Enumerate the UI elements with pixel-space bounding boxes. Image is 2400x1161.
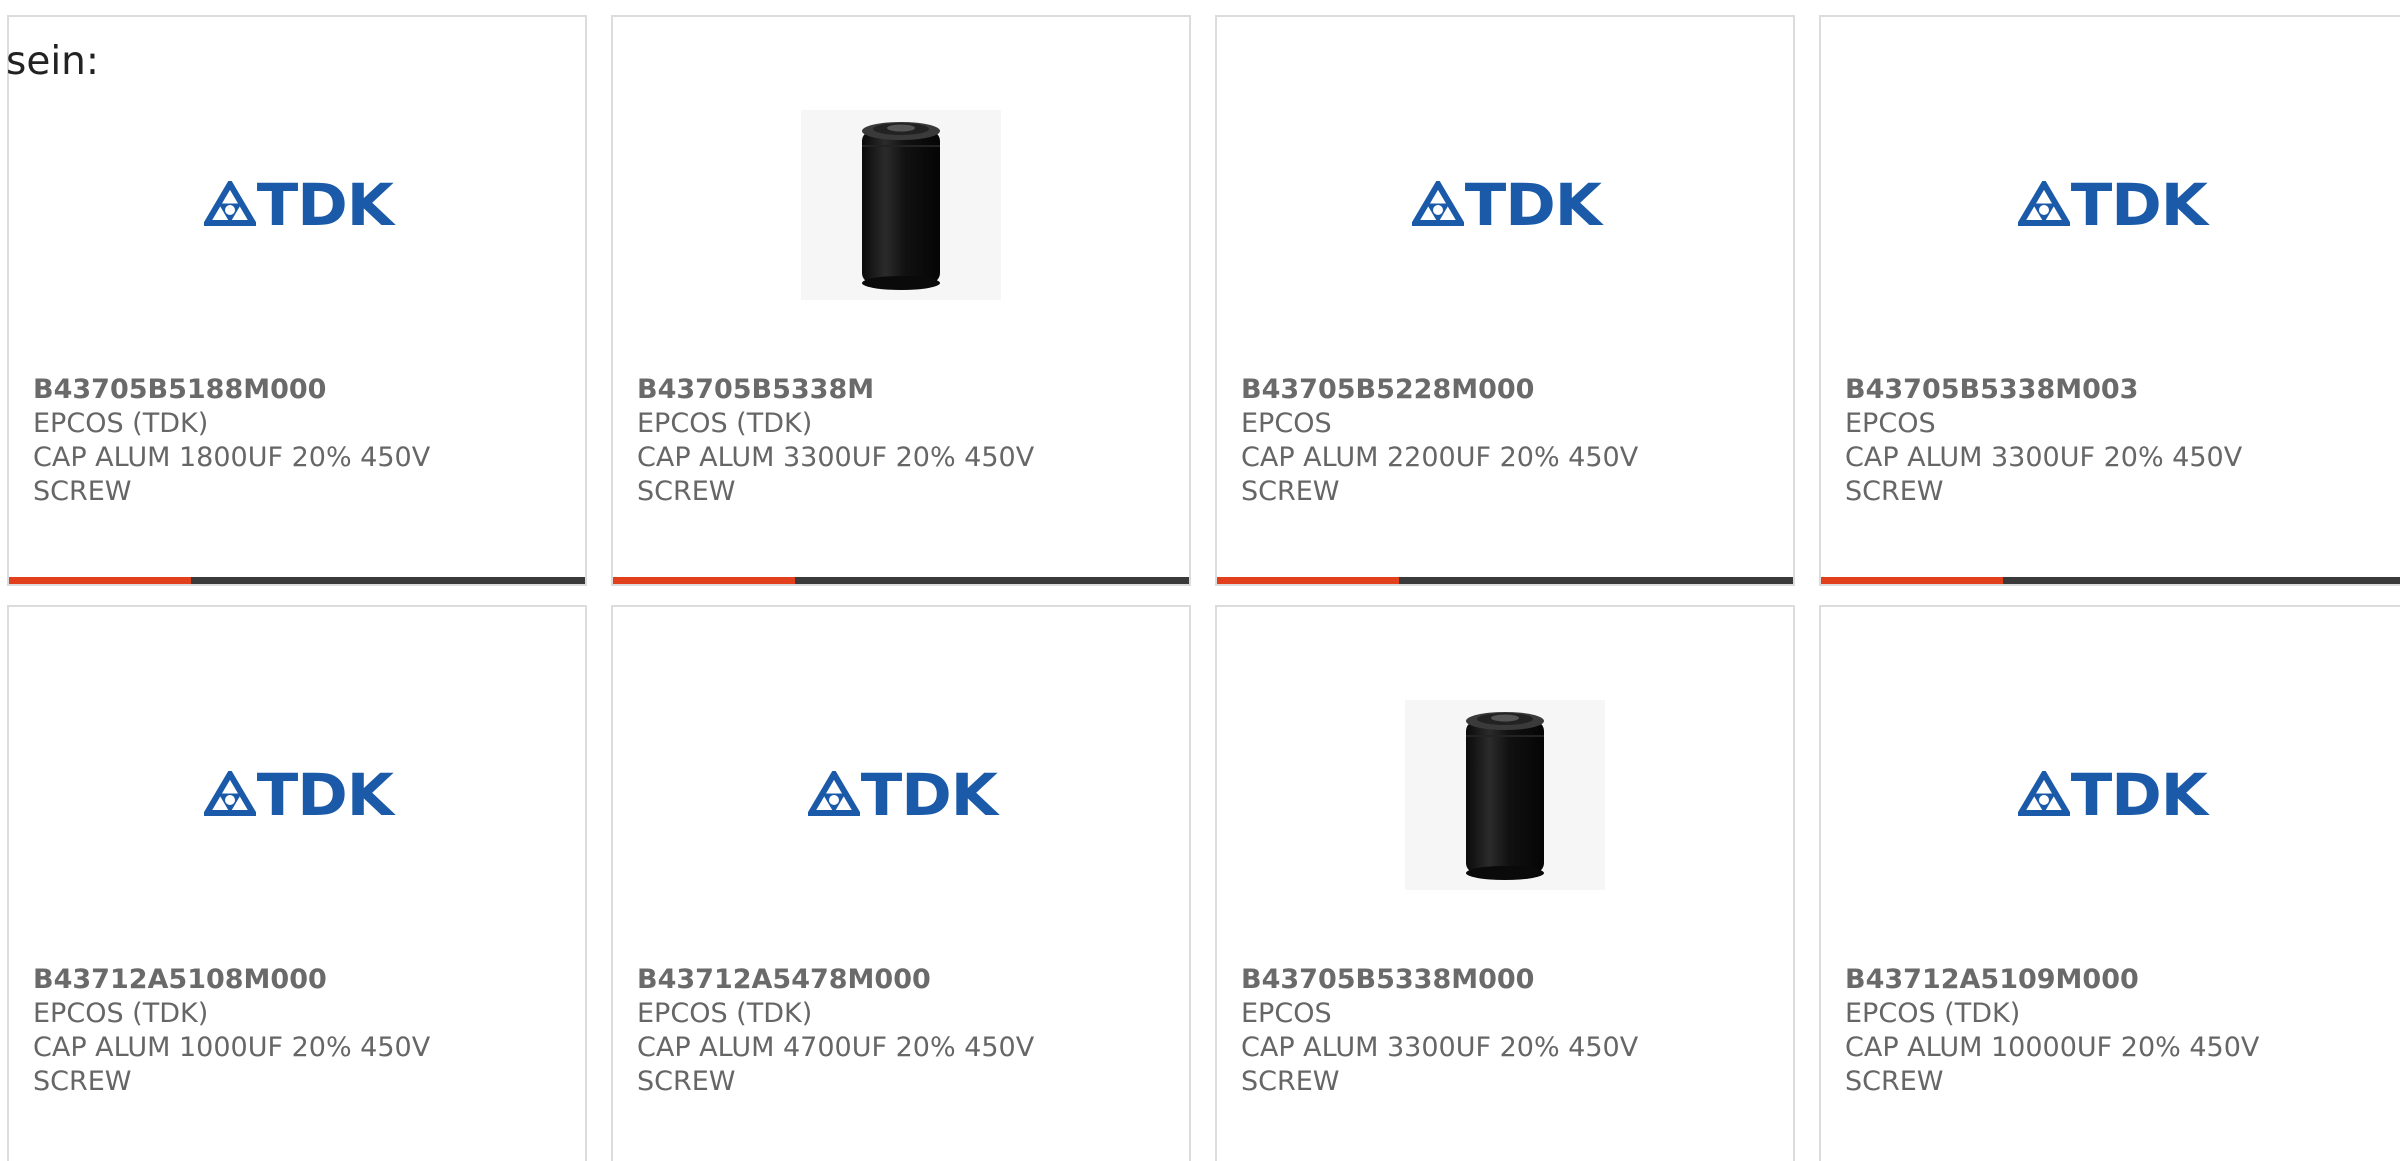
- part-number[interactable]: B43705B5228M000: [1241, 373, 1785, 407]
- tdk-logo: TDK: [2017, 171, 2208, 239]
- tdk-logo-wordmark: TDK: [2070, 761, 2207, 829]
- part-number[interactable]: B43705B5188M000: [33, 373, 577, 407]
- capacitor-icon: [1466, 712, 1544, 880]
- product-image: [613, 87, 1189, 323]
- tdk-logo: TDK: [204, 171, 394, 239]
- description-line: CAP ALUM 1800UF 20% 450V: [33, 442, 431, 473]
- manufacturer: EPCOS (TDK): [33, 998, 209, 1029]
- card-bar-accent: [1217, 577, 1399, 584]
- product-image: TDK: [1821, 87, 2400, 323]
- card-bar-accent: [9, 577, 191, 584]
- description-line: SCREW: [1845, 476, 1944, 507]
- description-line: CAP ALUM 3300UF 20% 450V: [1845, 442, 2243, 473]
- part-number[interactable]: B43712A5108M000: [33, 963, 577, 997]
- tdk-emblem-icon: [2017, 771, 2070, 816]
- product-card[interactable]: TDK B43712A5478M000 EPCOS (TDK) CAP ALUM…: [611, 605, 1191, 1161]
- card-bottom-bar: [1821, 577, 2400, 584]
- card-bar-accent: [1821, 577, 2003, 584]
- description-line: CAP ALUM 2200UF 20% 450V: [1241, 442, 1639, 473]
- product-image: TDK: [9, 87, 585, 323]
- product-card[interactable]: TDK B43712A5108M000 EPCOS (TDK) CAP ALUM…: [7, 605, 587, 1161]
- product-image: TDK: [9, 677, 585, 913]
- description-line: CAP ALUM 3300UF 20% 450V: [637, 442, 1035, 473]
- capacitor-photo: [1405, 700, 1605, 890]
- part-number[interactable]: B43705B5338M: [637, 373, 1181, 407]
- card-bar-accent: [613, 577, 795, 584]
- card-bottom-bar: [613, 577, 1189, 584]
- product-image: [1217, 677, 1793, 913]
- product-image: TDK: [613, 677, 1189, 913]
- tdk-emblem-icon: [808, 771, 861, 816]
- manufacturer: EPCOS: [1241, 998, 1332, 1029]
- tdk-logo-wordmark: TDK: [256, 171, 394, 239]
- tdk-logo-wordmark: TDK: [1464, 171, 1602, 239]
- description-line: CAP ALUM 10000UF 20% 450V: [1845, 1032, 2260, 1063]
- description-line: SCREW: [1845, 1066, 1944, 1097]
- product-grid: TDK B43705B5188M000 EPCOS (TDK) CAP ALUM…: [0, 0, 2400, 1161]
- product-card[interactable]: TDK B43705B5228M000 EPCOS CAP ALUM 2200U…: [1215, 15, 1795, 586]
- description-line: CAP ALUM 1000UF 20% 450V: [33, 1032, 431, 1063]
- manufacturer: EPCOS (TDK): [637, 408, 813, 439]
- product-card[interactable]: TDK B43705B5188M000 EPCOS (TDK) CAP ALUM…: [7, 15, 587, 586]
- tdk-logo: TDK: [2017, 761, 2208, 829]
- tdk-logo-wordmark: TDK: [860, 761, 998, 829]
- card-bottom-bar: [9, 577, 585, 584]
- tdk-emblem-icon: [1412, 181, 1465, 226]
- product-image: TDK: [1217, 87, 1793, 323]
- card-bottom-bar: [1217, 577, 1793, 584]
- description-line: CAP ALUM 3300UF 20% 450V: [1241, 1032, 1639, 1063]
- tdk-logo: TDK: [1412, 171, 1602, 239]
- tdk-emblem-icon: [204, 771, 257, 816]
- capacitor-icon: [862, 122, 940, 290]
- description-line: SCREW: [33, 1066, 132, 1097]
- tdk-emblem-icon: [2017, 181, 2070, 226]
- product-card[interactable]: TDK B43705B5338M003 EPCOS CAP ALUM 3300U…: [1819, 15, 2400, 586]
- product-card[interactable]: B43705B5338M000 EPCOS CAP ALUM 3300UF 20…: [1215, 605, 1795, 1161]
- product-card[interactable]: B43705B5338M EPCOS (TDK) CAP ALUM 3300UF…: [611, 15, 1191, 586]
- part-number[interactable]: B43712A5478M000: [637, 963, 1181, 997]
- manufacturer: EPCOS: [1845, 408, 1936, 439]
- intro-text: sein:: [6, 39, 100, 84]
- description-line: CAP ALUM 4700UF 20% 450V: [637, 1032, 1035, 1063]
- manufacturer: EPCOS (TDK): [33, 408, 209, 439]
- manufacturer: EPCOS (TDK): [637, 998, 813, 1029]
- tdk-logo: TDK: [204, 761, 394, 829]
- tdk-emblem-icon: [204, 181, 257, 226]
- description-line: SCREW: [637, 476, 736, 507]
- product-listing-page: sein: TDK B43705B5188M000 EPCOS (TDK) CA…: [0, 0, 2400, 1161]
- tdk-logo-wordmark: TDK: [2070, 171, 2207, 239]
- product-card[interactable]: TDK B43712A5109M000 EPCOS (TDK) CAP ALUM…: [1819, 605, 2400, 1161]
- tdk-logo-wordmark: TDK: [256, 761, 394, 829]
- product-image: TDK: [1821, 677, 2400, 913]
- part-number[interactable]: B43712A5109M000: [1845, 963, 2392, 997]
- description-line: SCREW: [637, 1066, 736, 1097]
- manufacturer: EPCOS (TDK): [1845, 998, 2021, 1029]
- description-line: SCREW: [1241, 1066, 1340, 1097]
- description-line: SCREW: [1241, 476, 1340, 507]
- part-number[interactable]: B43705B5338M000: [1241, 963, 1785, 997]
- tdk-logo: TDK: [808, 761, 998, 829]
- description-line: SCREW: [33, 476, 132, 507]
- part-number[interactable]: B43705B5338M003: [1845, 373, 2392, 407]
- capacitor-photo: [801, 110, 1001, 300]
- manufacturer: EPCOS: [1241, 408, 1332, 439]
